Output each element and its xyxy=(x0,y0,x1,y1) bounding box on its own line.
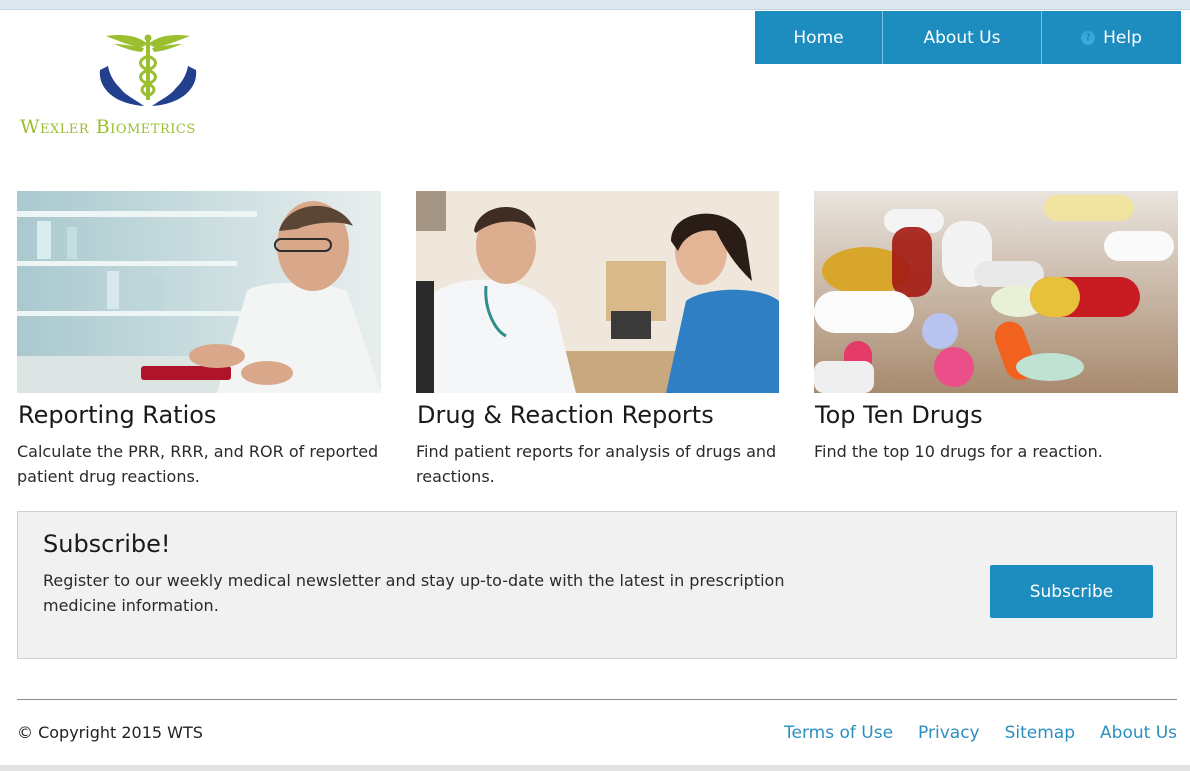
card-top-ten-drugs: Top Ten Drugs Find the top 10 drugs for … xyxy=(814,191,1178,464)
subscribe-button[interactable]: Subscribe xyxy=(990,565,1153,618)
card-description: Calculate the PRR, RRR, and ROR of repor… xyxy=(17,442,379,486)
card-title[interactable]: Top Ten Drugs xyxy=(815,401,1178,429)
doctor-patient-consultation-photo[interactable] xyxy=(416,191,779,393)
footer-link-about-us[interactable]: About Us xyxy=(1100,723,1177,743)
card-drug-reaction-reports: Drug & Reaction Reports Find patient rep… xyxy=(416,191,779,489)
card-title[interactable]: Drug & Reaction Reports xyxy=(417,401,779,429)
scientist-laboratory-photo[interactable] xyxy=(17,191,381,393)
nav-about-us-label: About Us xyxy=(923,27,1001,48)
nav-home-label: Home xyxy=(793,27,844,48)
logo-text: Wexler Biometrics xyxy=(20,116,196,138)
nav-home[interactable]: Home xyxy=(755,11,883,64)
card-reporting-ratios: Reporting Ratios Calculate the PRR, RRR,… xyxy=(17,191,381,489)
bottom-border-strip xyxy=(0,765,1190,771)
main-navigation: Home About Us ? Help xyxy=(755,11,1181,64)
footer-link-privacy[interactable]: Privacy xyxy=(918,723,980,743)
subscribe-title: Subscribe! xyxy=(43,530,171,558)
card-description: Find the top 10 drugs for a reaction. xyxy=(814,442,1103,461)
subscribe-panel: Subscribe! Register to our weekly medica… xyxy=(17,511,1177,659)
card-description: Find patient reports for analysis of dru… xyxy=(416,442,777,486)
nav-about-us[interactable]: About Us xyxy=(883,11,1042,64)
caduceus-hands-icon xyxy=(99,34,197,106)
assorted-pills-photo[interactable] xyxy=(814,191,1178,393)
site-logo[interactable]: Wexler Biometrics xyxy=(20,30,282,140)
footer-link-terms-of-use[interactable]: Terms of Use xyxy=(784,723,893,743)
footer-divider xyxy=(17,699,1177,700)
top-border-strip xyxy=(0,0,1190,10)
footer-link-sitemap[interactable]: Sitemap xyxy=(1005,723,1075,743)
copyright-text: © Copyright 2015 WTS xyxy=(17,723,203,742)
card-title[interactable]: Reporting Ratios xyxy=(18,401,381,429)
help-circle-icon: ? xyxy=(1081,30,1096,45)
nav-help-label: Help xyxy=(1103,27,1142,48)
footer-links: Terms of Use Privacy Sitemap About Us xyxy=(784,723,1177,743)
subscribe-description: Register to our weekly medical newslette… xyxy=(43,571,785,615)
nav-help[interactable]: ? Help xyxy=(1042,11,1181,64)
